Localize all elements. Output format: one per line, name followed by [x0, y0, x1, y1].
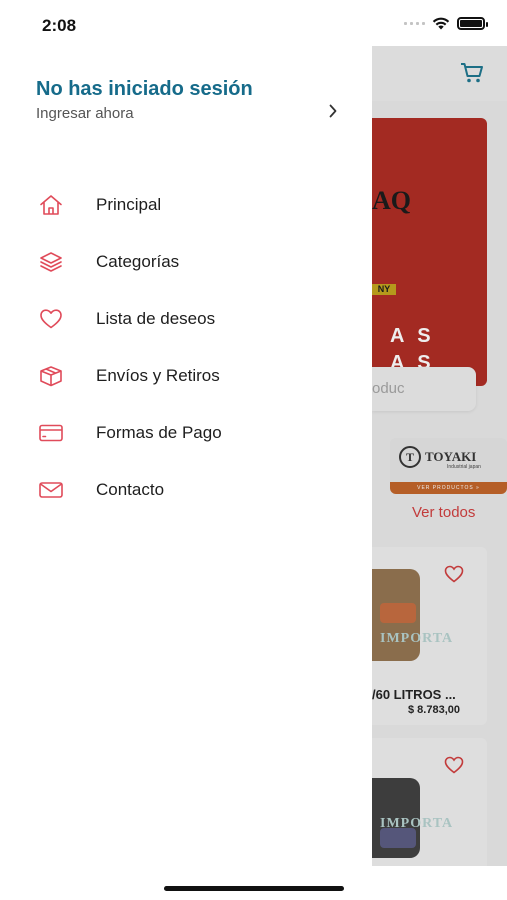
- brand-cta: VER PRODUCTOS »: [390, 482, 507, 494]
- login-now-link[interactable]: Ingresar ahora: [36, 105, 346, 122]
- product-watermark: IMPORTA: [380, 816, 454, 831]
- login-title: No has iniciado sesión: [36, 78, 253, 100]
- wishlist-heart-icon[interactable]: [444, 756, 464, 774]
- brand-card[interactable]: T TOYAKI Industrial japan VER PRODUCTOS …: [390, 438, 507, 494]
- menu-item-categorias[interactable]: Categorías: [0, 233, 372, 290]
- menu-item-shipping[interactable]: Envíos y Retiros: [0, 347, 372, 404]
- menu-item-contact[interactable]: Contacto: [0, 461, 372, 518]
- product-image: [372, 569, 420, 661]
- login-header[interactable]: No has iniciado sesión Ingresar ahora: [36, 78, 346, 122]
- product-title: /60 LITROS ...: [372, 687, 456, 702]
- heart-icon: [40, 309, 62, 329]
- status-time: 2:08: [42, 16, 77, 35]
- banner-tag: NY: [372, 284, 396, 295]
- brand-name: TOYAKI: [425, 449, 477, 464]
- menu-label: Categorías: [96, 252, 180, 271]
- menu-label: Envíos y Retiros: [96, 366, 220, 385]
- cart-icon[interactable]: [460, 62, 484, 84]
- menu-label: Contacto: [96, 480, 165, 499]
- search-input[interactable]: oduc: [372, 367, 476, 411]
- credit-card-icon: [39, 424, 63, 442]
- battery-icon: [457, 17, 488, 30]
- menu-item-principal[interactable]: Principal: [0, 176, 372, 233]
- see-all-link[interactable]: Ver todos: [412, 504, 475, 521]
- menu-label: Principal: [96, 195, 162, 214]
- drawer-menu: Principal Categorías Lista de deseos Env…: [0, 176, 372, 518]
- wifi-icon: [432, 17, 450, 30]
- background-app[interactable]: AQ NY A S A S oduc T TOYAKI Industrial j…: [372, 46, 507, 866]
- mail-icon: [39, 482, 63, 498]
- status-icons: [404, 17, 488, 30]
- menu-item-payment[interactable]: Formas de Pago: [0, 404, 372, 461]
- promo-banner[interactable]: AQ NY A S A S: [372, 118, 487, 386]
- wishlist-heart-icon[interactable]: [444, 565, 464, 583]
- search-placeholder: oduc: [372, 380, 405, 397]
- signal-icon: [404, 22, 425, 25]
- product-card[interactable]: IMPORTA: [372, 738, 487, 866]
- brand-logo-letter: T: [399, 446, 421, 468]
- menu-item-wishlist[interactable]: Lista de deseos: [0, 290, 372, 347]
- menu-label: Formas de Pago: [96, 423, 222, 442]
- navigation-drawer: No has iniciado sesión Ingresar ahora Pr…: [0, 0, 372, 900]
- product-card[interactable]: IMPORTA /60 LITROS ... $ 8.783,00: [372, 547, 487, 725]
- menu-label: Lista de deseos: [96, 309, 216, 328]
- home-indicator[interactable]: [164, 886, 344, 891]
- banner-logo: AQ: [372, 186, 411, 215]
- app-top-bar: [372, 46, 507, 101]
- box-icon: [40, 366, 62, 387]
- status-bar: 2:08: [0, 0, 507, 46]
- product-price: $ 8.783,00: [408, 704, 460, 716]
- brand-subtitle: Industrial japan: [447, 464, 481, 470]
- chevron-right-icon[interactable]: [328, 104, 338, 118]
- layers-icon: [40, 252, 62, 272]
- product-watermark: IMPORTA: [380, 631, 454, 646]
- home-icon: [40, 195, 62, 215]
- banner-text-line1: A S: [390, 325, 435, 347]
